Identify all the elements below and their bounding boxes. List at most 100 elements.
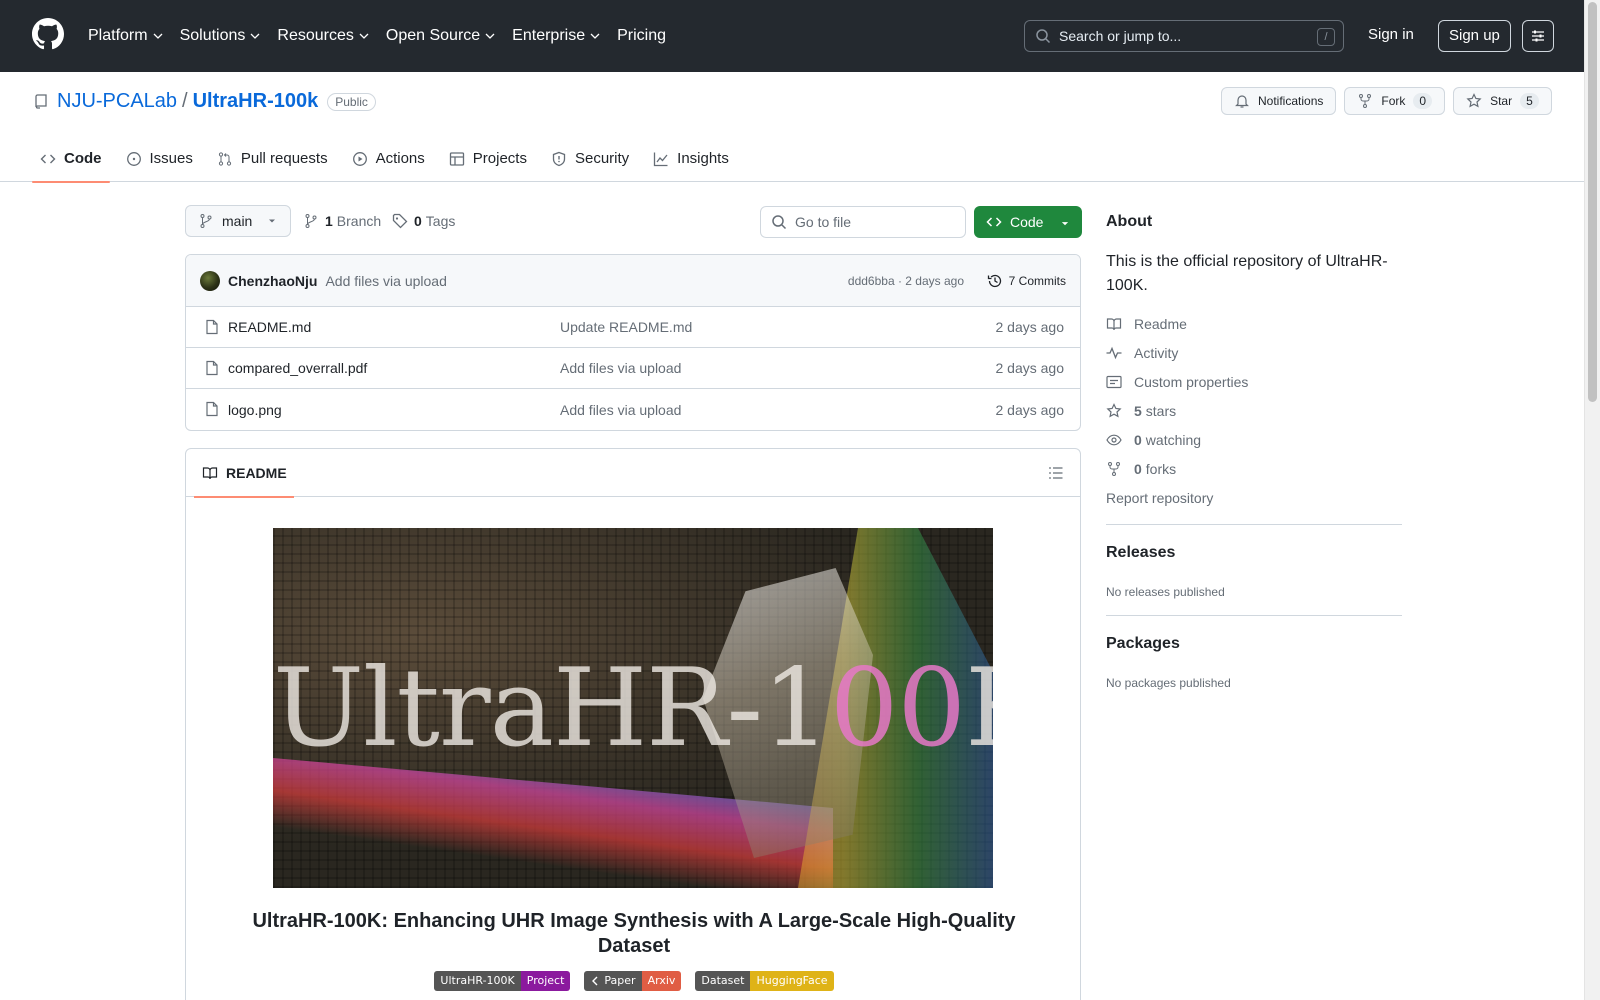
branches-link[interactable]: 1 Branch bbox=[303, 213, 381, 229]
tab-projects[interactable]: Projects bbox=[441, 135, 535, 182]
readme-panel: README UltraHR-100K UltraHR-100K: Enhanc… bbox=[185, 448, 1081, 1000]
file-commit-message-link[interactable]: Add files via upload bbox=[560, 360, 681, 376]
activity-link-label: Activity bbox=[1134, 344, 1179, 361]
file-commit-age: 2 days ago bbox=[995, 360, 1065, 376]
custom-properties-link[interactable]: Custom properties bbox=[1106, 367, 1248, 396]
bell-icon bbox=[1235, 95, 1249, 108]
releases-heading[interactable]: Releases bbox=[1106, 544, 1175, 562]
about-heading: About bbox=[1106, 213, 1153, 230]
nav-platform[interactable]: Platform bbox=[88, 27, 164, 45]
code-icon bbox=[986, 217, 1002, 227]
global-search-input[interactable]: Search or jump to... / bbox=[1024, 20, 1344, 52]
nav-enterprise[interactable]: Enterprise bbox=[512, 27, 601, 45]
commits-count-label: 7 Commits bbox=[1008, 273, 1066, 288]
dataset-badge[interactable]: Dataset HuggingFace bbox=[695, 971, 834, 991]
chevron-left-icon bbox=[592, 976, 598, 986]
tag-icon bbox=[392, 213, 408, 229]
repo-owner-link[interactable]: NJU-PCALab bbox=[57, 90, 177, 113]
readme-paper-title: UltraHR-100K: Enhancing UHR Image Synthe… bbox=[252, 910, 1016, 957]
code-dropdown-button[interactable]: Code bbox=[974, 206, 1082, 238]
file-commit-age: 2 days ago bbox=[995, 319, 1065, 335]
stars-count: 5 bbox=[1134, 402, 1142, 419]
commit-author-link[interactable]: ChenzhaoNju bbox=[228, 273, 317, 289]
readme-badges: UltraHR-100K Project Paper Arxiv Dataset… bbox=[186, 971, 1080, 991]
file-name-link[interactable]: README.md bbox=[228, 319, 311, 335]
branch-selector[interactable]: main bbox=[185, 205, 292, 237]
tab-pull-requests[interactable]: Pull requests bbox=[209, 135, 336, 182]
chevron-down-icon bbox=[485, 33, 495, 39]
watching-link[interactable]: 0 watching bbox=[1106, 425, 1248, 454]
branch-name: main bbox=[222, 213, 253, 229]
activity-link[interactable]: Activity bbox=[1106, 338, 1248, 367]
avatar[interactable] bbox=[200, 270, 220, 291]
nav-label: Solutions bbox=[179, 27, 246, 44]
packages-heading[interactable]: Packages bbox=[1106, 635, 1180, 653]
arxiv-badge[interactable]: Paper Arxiv bbox=[584, 971, 682, 991]
tag-count-label: Tags bbox=[425, 213, 456, 229]
nav-label: Resources bbox=[277, 27, 354, 44]
caret-down-icon bbox=[269, 219, 276, 223]
search-icon bbox=[772, 215, 787, 230]
code-icon bbox=[40, 154, 56, 163]
nav-resources[interactable]: Resources bbox=[277, 27, 369, 45]
releases-empty-text: No releases published bbox=[1106, 585, 1225, 599]
scrollbar-thumb[interactable] bbox=[1588, 2, 1597, 402]
issue-icon bbox=[126, 151, 141, 166]
commits-link[interactable]: 7 Commits bbox=[987, 273, 1066, 289]
project-badge[interactable]: UltraHR-100K Project bbox=[434, 971, 571, 991]
stars-link[interactable]: 5 stars bbox=[1106, 396, 1248, 425]
page-scrollbar[interactable] bbox=[1584, 0, 1600, 1000]
file-name-link[interactable]: logo.png bbox=[228, 402, 282, 418]
file-commit-message-link[interactable]: Update README.md bbox=[560, 319, 692, 335]
branch-icon bbox=[200, 214, 212, 228]
commit-message-link[interactable]: Add files via upload bbox=[325, 273, 446, 289]
tab-label: Actions bbox=[375, 150, 425, 167]
sign-up-button[interactable]: Sign up bbox=[1438, 20, 1511, 52]
tag-count: 0 bbox=[414, 213, 422, 229]
file-row[interactable]: compared_overrall.pdf Add files via uplo… bbox=[186, 348, 1080, 389]
star-button[interactable]: Star 5 bbox=[1453, 87, 1552, 115]
repo-name-link[interactable]: UltraHR-100k bbox=[193, 90, 319, 113]
search-placeholder: Search or jump to... bbox=[1059, 28, 1182, 44]
github-logo-icon[interactable] bbox=[32, 18, 64, 50]
readme-tab[interactable]: README bbox=[194, 449, 294, 498]
nav-pricing[interactable]: Pricing bbox=[617, 27, 666, 45]
file-toolbar: main 1 Branch 0 Tags Go to file Code bbox=[185, 205, 1082, 239]
watching-count: 0 bbox=[1134, 431, 1142, 448]
tab-insights[interactable]: Insights bbox=[645, 135, 737, 182]
notifications-button[interactable]: Notifications bbox=[1221, 87, 1337, 115]
stars-label: stars bbox=[1145, 402, 1177, 419]
forks-link[interactable]: 0 forks bbox=[1106, 454, 1248, 483]
file-name-link[interactable]: compared_overrall.pdf bbox=[228, 360, 367, 376]
sign-in-link[interactable]: Sign in bbox=[1368, 26, 1414, 43]
readme-link[interactable]: Readme bbox=[1106, 309, 1248, 338]
commit-sha-age[interactable]: ddd6bba · 2 days ago bbox=[848, 274, 964, 288]
nav-open-source[interactable]: Open Source bbox=[386, 27, 496, 45]
nav-solutions[interactable]: Solutions bbox=[180, 27, 262, 45]
tab-actions[interactable]: Actions bbox=[344, 135, 433, 182]
repository-header: NJU-PCALab / UltraHR-100k Public Notific… bbox=[0, 72, 1584, 183]
go-to-file-placeholder: Go to file bbox=[795, 214, 852, 230]
go-to-file-input[interactable]: Go to file bbox=[760, 206, 966, 238]
tab-code[interactable]: Code bbox=[32, 135, 110, 183]
history-icon bbox=[987, 274, 1001, 287]
tab-label: Security bbox=[574, 150, 630, 167]
tags-link[interactable]: 0 Tags bbox=[392, 213, 455, 229]
branch-icon bbox=[305, 214, 317, 228]
file-commit-message-link[interactable]: Add files via upload bbox=[560, 402, 681, 418]
tab-security[interactable]: Security bbox=[543, 135, 637, 182]
fork-button[interactable]: Fork 0 bbox=[1344, 87, 1446, 115]
fork-label: Fork bbox=[1381, 94, 1406, 108]
list-icon[interactable] bbox=[1048, 465, 1064, 481]
settings-menu-button[interactable] bbox=[1522, 20, 1554, 52]
code-button-label: Code bbox=[1010, 214, 1044, 230]
report-repository-link[interactable]: Report repository bbox=[1106, 490, 1213, 506]
global-header: Platform Solutions Resources Open Source… bbox=[0, 0, 1584, 72]
tab-issues[interactable]: Issues bbox=[118, 135, 201, 182]
file-row[interactable]: logo.png Add files via upload 2 days ago bbox=[186, 389, 1080, 430]
file-row[interactable]: README.md Update README.md 2 days ago bbox=[186, 307, 1080, 348]
main-content: main 1 Branch 0 Tags Go to file Code Che… bbox=[185, 205, 1082, 1000]
sidebar-divider bbox=[1106, 524, 1402, 525]
fork-icon bbox=[1108, 461, 1120, 476]
sliders-icon bbox=[1532, 30, 1544, 42]
